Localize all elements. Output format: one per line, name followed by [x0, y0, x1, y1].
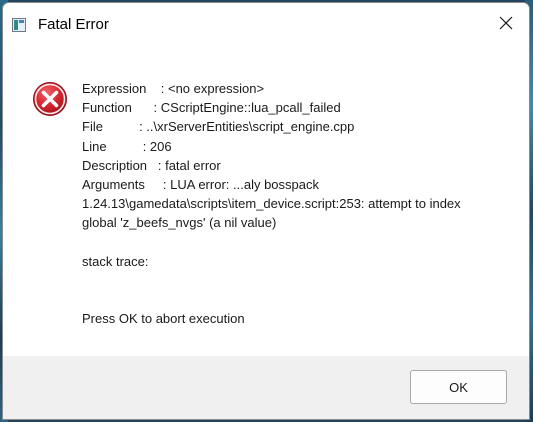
button-bar: OK	[3, 356, 529, 419]
close-icon	[499, 16, 513, 30]
message-line-arguments-cont-1: 1.24.13\gamedata\scripts\item_device.scr…	[82, 196, 461, 212]
close-button[interactable]	[483, 3, 529, 43]
console-window-icon	[12, 18, 26, 32]
fatal-error-dialog: Fatal Error Expression : <no expression>…	[2, 2, 530, 420]
error-x-icon	[33, 82, 67, 116]
message-line-arguments: Arguments : LUA error: ...aly bosspack	[82, 176, 319, 192]
message-line-file: File : ..\xrServerEntities\script_engine…	[82, 119, 355, 135]
window-title: Fatal Error	[38, 16, 109, 33]
ok-button[interactable]: OK	[410, 370, 507, 404]
message-line-description: Description : fatal error	[82, 157, 221, 173]
message-line-arguments-cont-2: global 'z_beefs_nvgs' (a nil value)	[82, 215, 277, 231]
message-line-function: Function : CScriptEngine::lua_pcall_fail…	[82, 100, 341, 116]
message-line-expression: Expression : <no expression>	[82, 81, 265, 96]
stack-trace-label: stack trace:	[82, 253, 149, 269]
title-bar[interactable]: Fatal Error	[3, 3, 529, 43]
message-area: Expression : <no expression> Function : …	[3, 43, 529, 356]
error-message: Expression : <no expression> Function : …	[82, 79, 512, 328]
abort-prompt: Press OK to abort execution	[82, 311, 245, 327]
message-line-line: Line : 206	[82, 138, 172, 154]
